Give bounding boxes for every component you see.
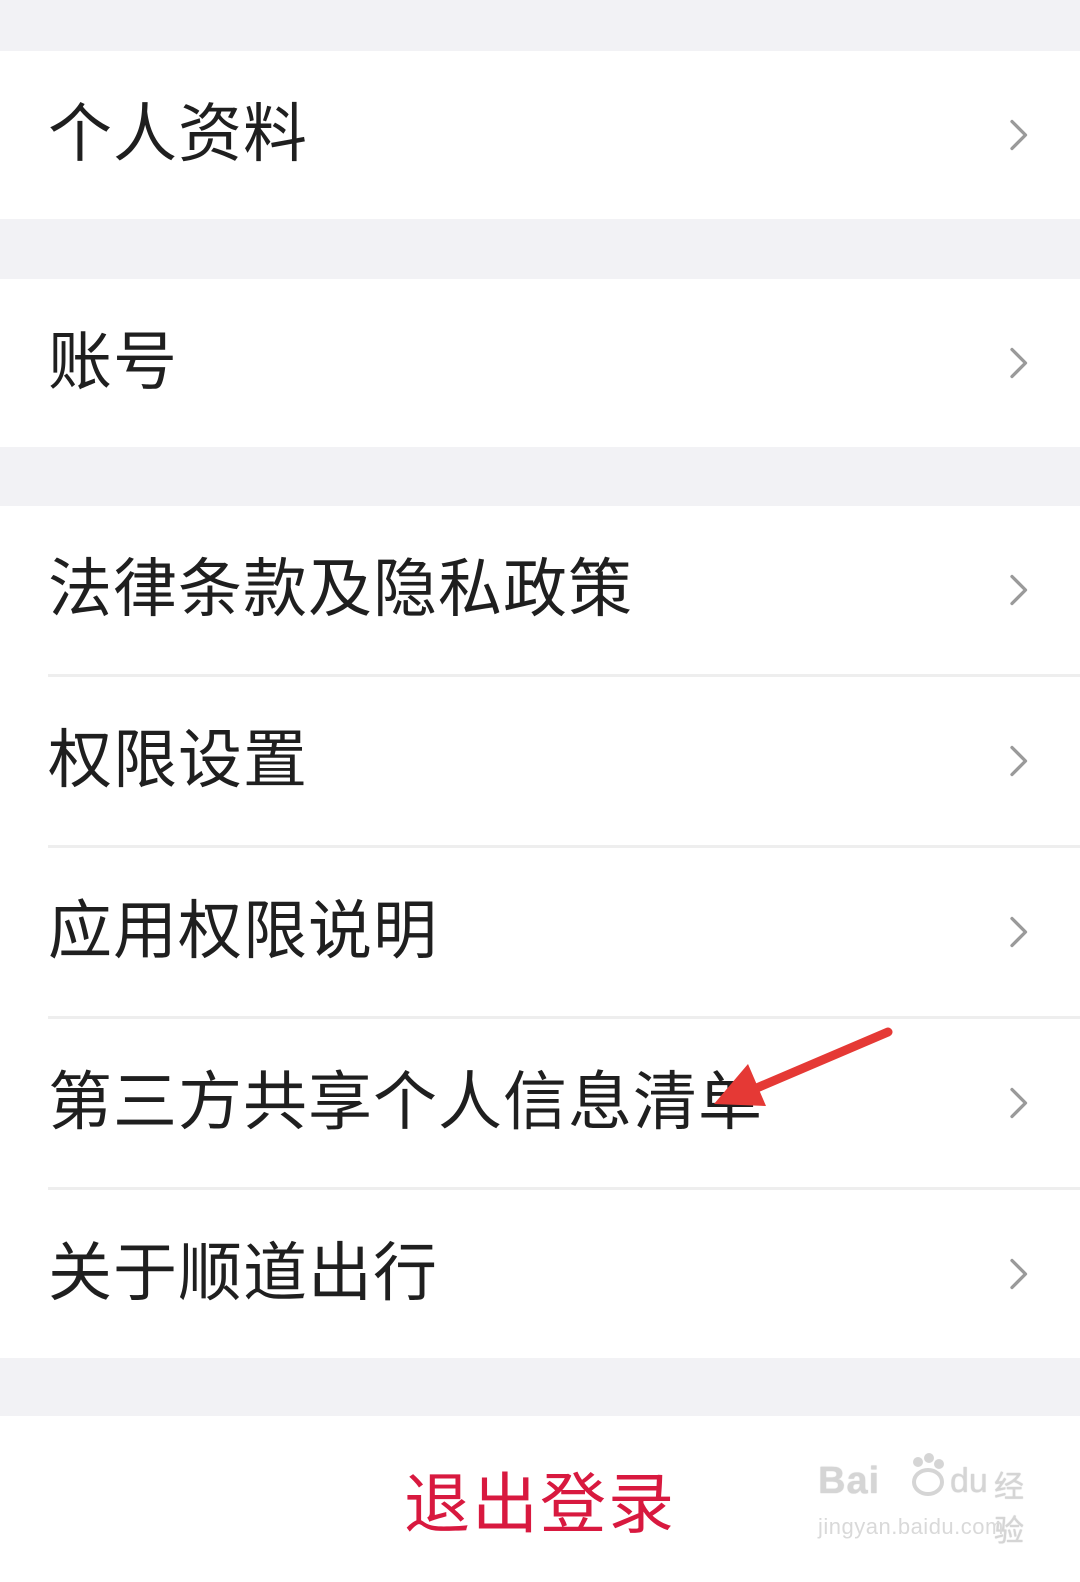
chevron-right-icon — [1010, 1258, 1028, 1290]
chevron-right-icon — [1010, 916, 1028, 948]
watermark-url: jingyan.baidu.com — [818, 1514, 1004, 1539]
settings-group-profile: 个人资料 — [0, 51, 1080, 219]
settings-item-app-permission-info[interactable]: 应用权限说明 — [0, 848, 1080, 1016]
settings-item-label: 权限设置 — [48, 724, 308, 798]
watermark-brand: Bai — [818, 1460, 881, 1502]
settings-item-legal-privacy[interactable]: 法律条款及隐私政策 — [0, 506, 1080, 674]
chevron-right-icon — [1010, 347, 1028, 379]
chevron-right-icon — [1010, 1087, 1028, 1119]
settings-item-label: 关于顺道出行 — [48, 1237, 438, 1311]
settings-item-third-party-info-list[interactable]: 第三方共享个人信息清单 — [0, 1019, 1080, 1187]
settings-item-label: 法律条款及隐私政策 — [48, 553, 633, 627]
settings-item-permission-settings[interactable]: 权限设置 — [0, 677, 1080, 845]
baidu-paw-icon — [912, 1453, 944, 1496]
settings-item-about[interactable]: 关于顺道出行 — [0, 1190, 1080, 1358]
watermark-top: Bai du 经验 — [818, 1452, 1028, 1548]
settings-item-label: 个人资料 — [48, 98, 308, 172]
settings-item-label: 应用权限说明 — [48, 895, 438, 969]
settings-group-account: 账号 — [0, 279, 1080, 447]
settings-item-label: 账号 — [48, 326, 178, 400]
settings-item-account[interactable]: 账号 — [0, 279, 1080, 447]
settings-item-label: 第三方共享个人信息清单 — [48, 1066, 763, 1140]
chevron-right-icon — [1010, 574, 1028, 606]
watermark-brand-tail: du — [950, 1462, 988, 1500]
settings-item-profile[interactable]: 个人资料 — [0, 51, 1080, 219]
settings-group-legal: 法律条款及隐私政策 权限设置 应用权限说明 第三方共享个人信息清单 关于顺道出行 — [0, 506, 1080, 1358]
chevron-right-icon — [1010, 119, 1028, 151]
chevron-right-icon — [1010, 745, 1028, 777]
baidu-jingyan-watermark: Bai du 经验 jingyan.baidu.com — [818, 1452, 1028, 1552]
